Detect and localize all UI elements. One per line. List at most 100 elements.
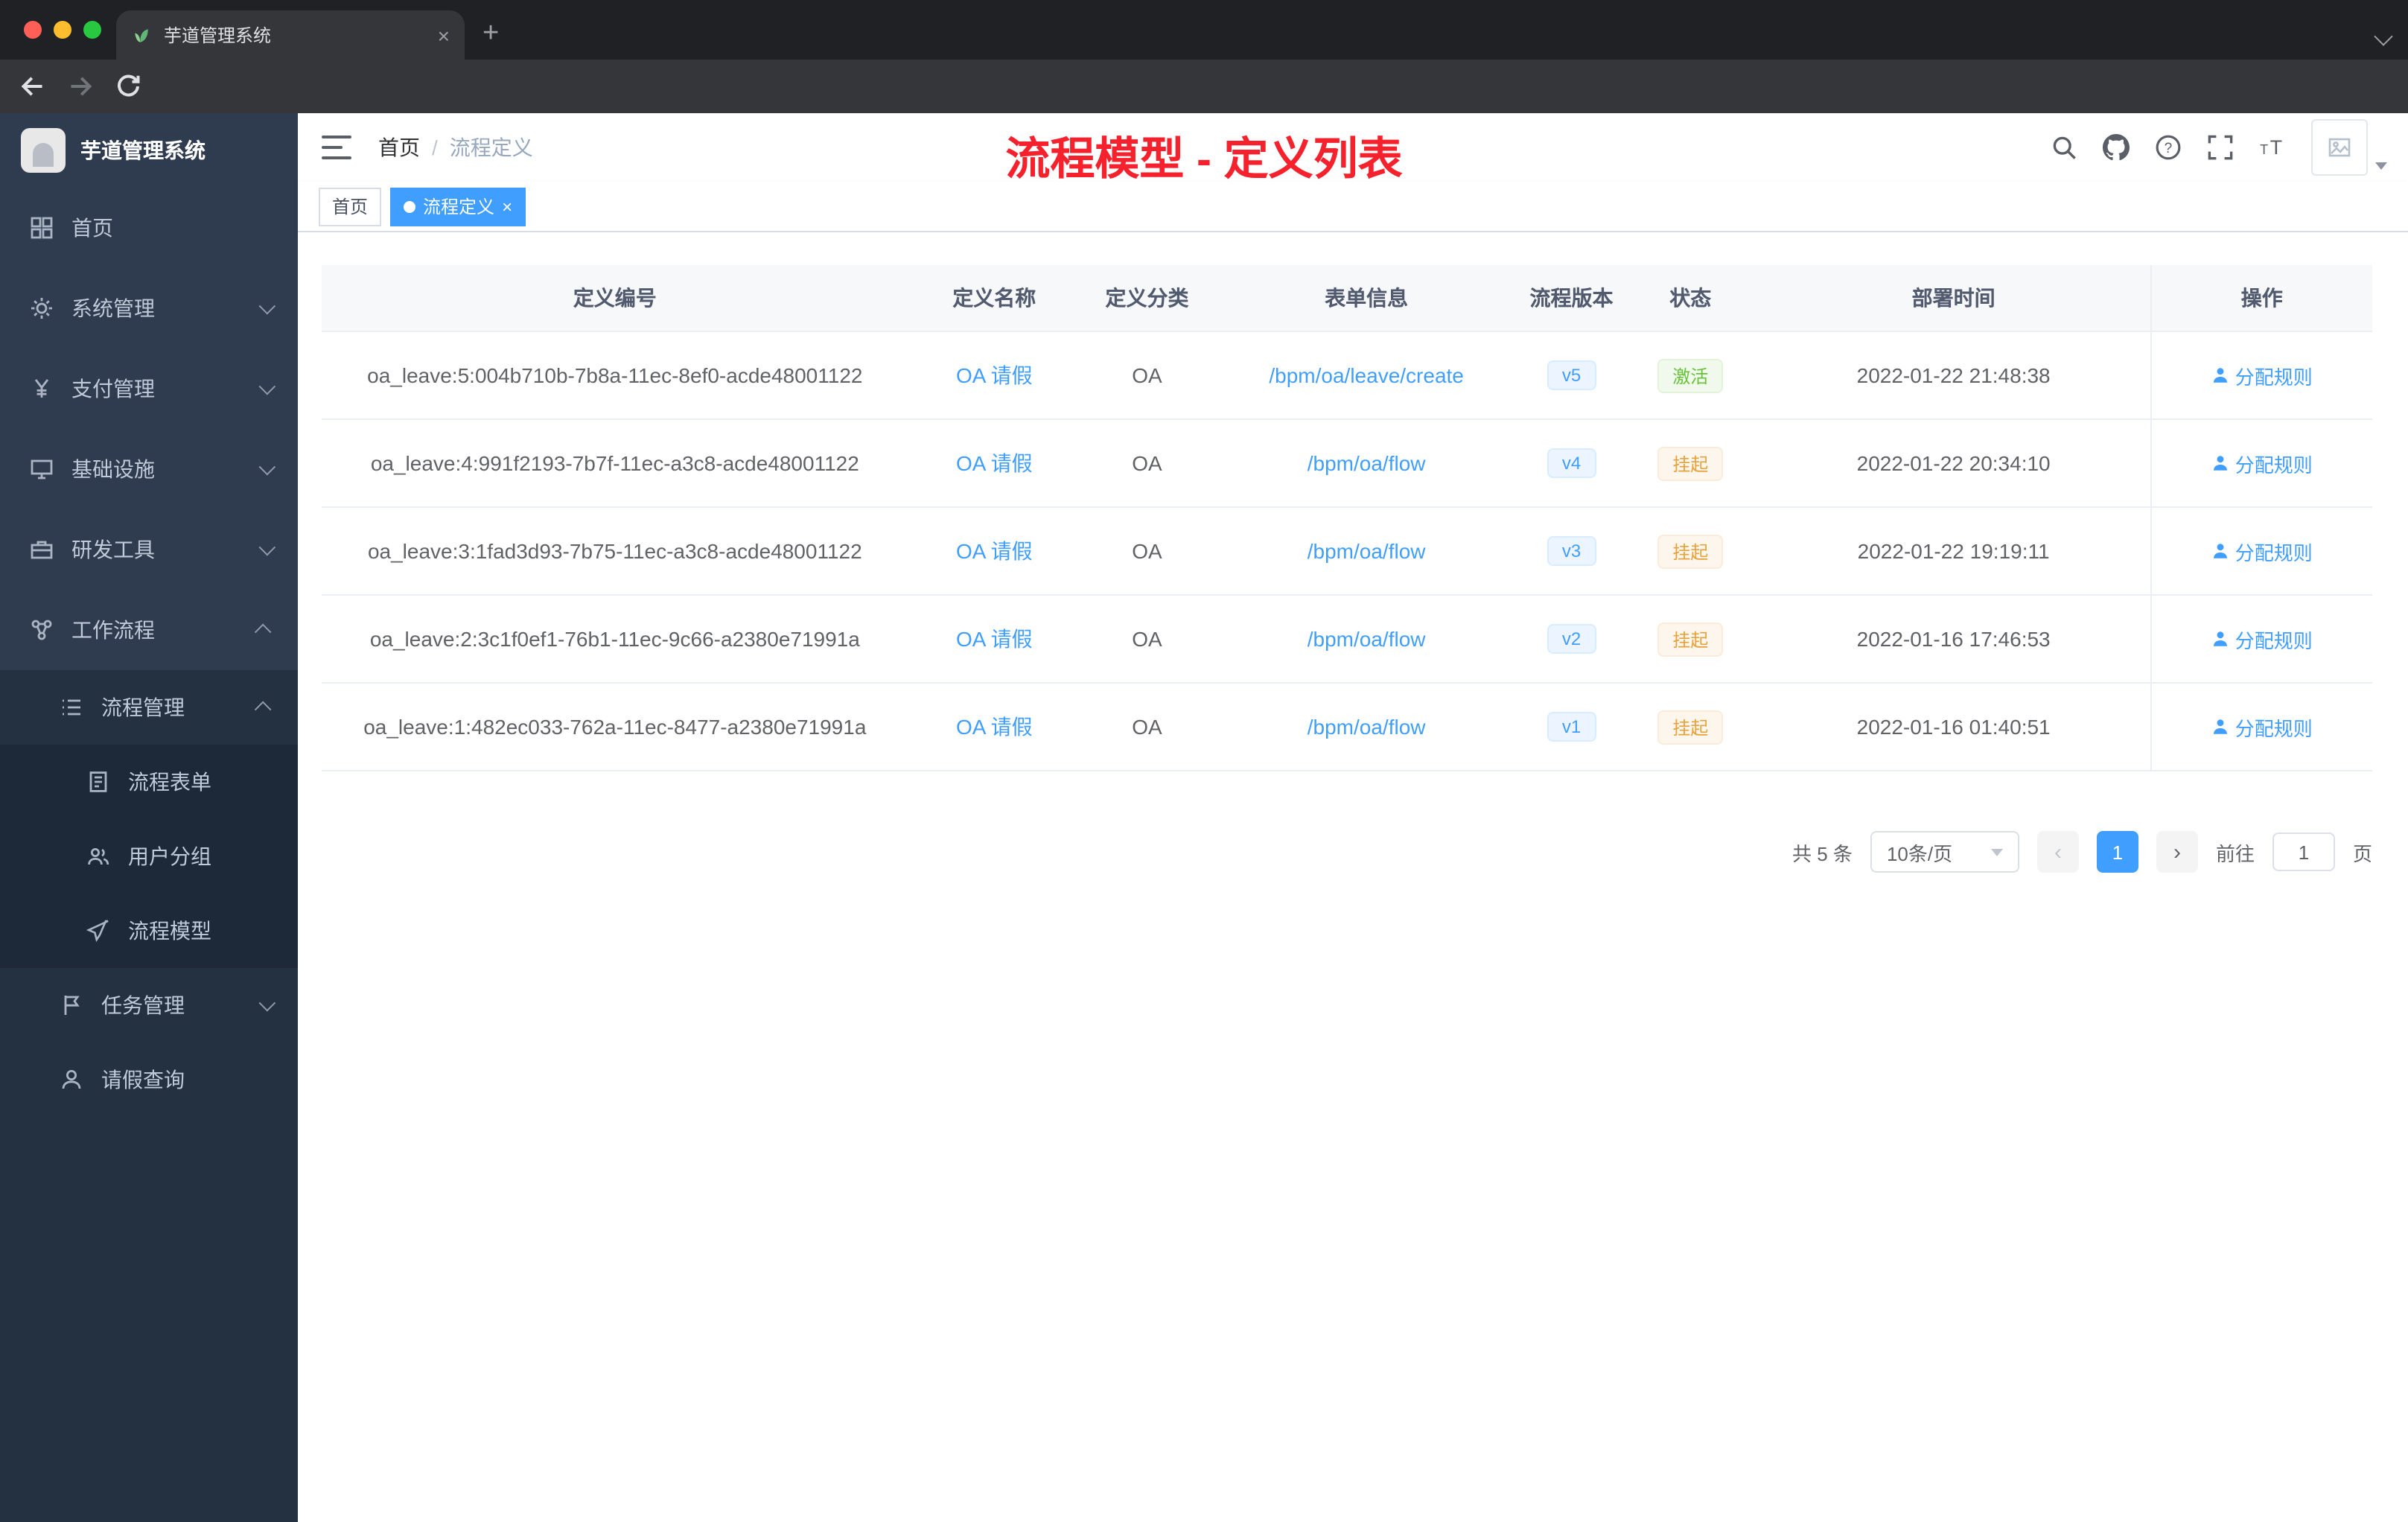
users-icon bbox=[88, 848, 109, 865]
assign-rule-link[interactable]: 分配规则 bbox=[2211, 713, 2313, 741]
cell-definition-id: oa_leave:2:3c1f0ef1-76b1-11ec-9c66-a2380… bbox=[322, 595, 908, 684]
status-badge: 挂起 bbox=[1657, 710, 1724, 744]
svg-text:T: T bbox=[2270, 136, 2283, 159]
breadcrumb: 首页 / 流程定义 bbox=[378, 133, 533, 162]
form-info-link[interactable]: /bpm/oa/leave/create bbox=[1269, 363, 1464, 387]
col-definition-id: 定义编号 bbox=[322, 265, 908, 332]
definition-name-link[interactable]: OA 请假 bbox=[956, 539, 1033, 563]
cell-deploy-time: 2022-01-22 20:34:10 bbox=[1756, 419, 2151, 508]
sidebar-item-user-group[interactable]: 用户分组 bbox=[0, 819, 298, 894]
goto-page-input[interactable] bbox=[2272, 832, 2335, 871]
yen-icon bbox=[34, 379, 49, 398]
search-icon[interactable] bbox=[2051, 134, 2077, 161]
tag-close-icon[interactable]: × bbox=[502, 197, 512, 215]
col-operation: 操作 bbox=[2150, 265, 2372, 332]
help-icon[interactable]: ? bbox=[2155, 134, 2182, 161]
logo-avatar bbox=[21, 128, 66, 173]
definition-name-link[interactable]: OA 请假 bbox=[956, 715, 1033, 739]
page-size-select[interactable]: 10条/页 bbox=[1870, 831, 2019, 873]
form-info-link[interactable]: /bpm/oa/flow bbox=[1307, 451, 1426, 475]
breadcrumb-separator: / bbox=[432, 136, 438, 159]
user-icon bbox=[2213, 456, 2227, 471]
sidebar-item-process-model[interactable]: 流程模型 bbox=[0, 894, 298, 968]
assign-rule-link[interactable]: 分配规则 bbox=[2211, 361, 2313, 389]
version-tag: v3 bbox=[1547, 536, 1596, 566]
table-row: oa_leave:3:1fad3d93-7b75-11ec-a3c8-acde4… bbox=[322, 507, 2372, 596]
window-close-button[interactable] bbox=[24, 21, 42, 39]
sidebar-collapse-icon[interactable] bbox=[322, 136, 351, 159]
assign-rule-link[interactable]: 分配规则 bbox=[2211, 537, 2313, 565]
monitor-icon bbox=[31, 459, 53, 480]
sidebar-item-label: 流程管理 bbox=[101, 695, 185, 719]
user-icon bbox=[2213, 544, 2227, 558]
cell-definition-id: oa_leave:5:004b710b-7b8a-11ec-8ef0-acde4… bbox=[322, 331, 908, 420]
col-definition-name: 定义名称 bbox=[908, 265, 1080, 332]
sidebar-menu: 首页 系统管理 支付管理 基础设施 研发工具 工作流程 流程管理 流程表单 用户… bbox=[0, 188, 298, 1117]
definition-name-link[interactable]: OA 请假 bbox=[956, 363, 1033, 387]
tab-process-definition[interactable]: 流程定义 × bbox=[390, 187, 526, 226]
chevron-down-icon bbox=[258, 378, 276, 395]
prev-page-button[interactable]: ‹ bbox=[2036, 831, 2079, 873]
caret-down-icon[interactable] bbox=[2375, 162, 2387, 170]
github-icon[interactable] bbox=[2103, 134, 2130, 161]
tab-home[interactable]: 首页 bbox=[319, 187, 382, 226]
cell-category: OA bbox=[1080, 331, 1214, 420]
sidebar-item-devtools[interactable]: 研发工具 bbox=[0, 509, 298, 590]
app-logo[interactable]: 芋道管理系统 bbox=[0, 113, 298, 188]
tag-label: 首页 bbox=[332, 197, 369, 217]
breadcrumb-home[interactable]: 首页 bbox=[378, 133, 420, 162]
cell-category: OA bbox=[1080, 507, 1214, 596]
back-button[interactable] bbox=[18, 71, 48, 101]
workflow-icon bbox=[31, 620, 52, 640]
forward-button[interactable] bbox=[66, 71, 95, 101]
form-info-link[interactable]: /bpm/oa/flow bbox=[1307, 627, 1426, 651]
new-tab-button[interactable]: + bbox=[482, 15, 499, 54]
toolbox-icon bbox=[31, 541, 53, 559]
sidebar-item-home[interactable]: 首页 bbox=[0, 188, 298, 268]
tab-search-chevron-icon[interactable] bbox=[2374, 24, 2393, 46]
browser-tab[interactable]: 芋道管理系统 × bbox=[116, 10, 465, 60]
assign-rule-link[interactable]: 分配规则 bbox=[2211, 449, 2313, 477]
sidebar-item-task-management[interactable]: 任务管理 bbox=[0, 968, 298, 1042]
sidebar-item-infrastructure[interactable]: 基础设施 bbox=[0, 429, 298, 509]
sidebar-item-system[interactable]: 系统管理 bbox=[0, 268, 298, 348]
definition-name-link[interactable]: OA 请假 bbox=[956, 451, 1033, 475]
window-zoom-button[interactable] bbox=[83, 21, 101, 39]
version-tag: v1 bbox=[1547, 712, 1596, 742]
window-minimize-button[interactable] bbox=[54, 21, 71, 39]
gear-icon bbox=[31, 298, 52, 319]
page-1-button[interactable]: 1 bbox=[2096, 831, 2138, 873]
font-size-icon[interactable]: TT bbox=[2259, 134, 2286, 161]
svg-text:T: T bbox=[2260, 142, 2268, 157]
user-icon bbox=[62, 1070, 81, 1089]
chevron-down-icon bbox=[258, 458, 276, 476]
sidebar-item-workflow[interactable]: 工作流程 bbox=[0, 590, 298, 670]
tab-close-icon[interactable]: × bbox=[438, 25, 450, 45]
reload-button[interactable] bbox=[113, 71, 143, 101]
col-form-info: 表单信息 bbox=[1213, 265, 1520, 332]
status-badge: 挂起 bbox=[1657, 534, 1724, 568]
fullscreen-icon[interactable] bbox=[2207, 134, 2234, 161]
list-icon bbox=[63, 699, 80, 716]
form-info-link[interactable]: /bpm/oa/flow bbox=[1307, 539, 1426, 563]
sidebar-item-label: 流程表单 bbox=[128, 770, 211, 794]
status-badge: 激活 bbox=[1657, 358, 1724, 392]
status-badge: 挂起 bbox=[1657, 622, 1724, 656]
page-size-value: 10条/页 bbox=[1886, 842, 1953, 865]
user-icon bbox=[2213, 631, 2227, 646]
definition-name-link[interactable]: OA 请假 bbox=[956, 627, 1033, 651]
sidebar-item-leave-query[interactable]: 请假查询 bbox=[0, 1042, 298, 1117]
image-placeholder-icon bbox=[2328, 138, 2351, 157]
chevron-down-icon bbox=[258, 297, 276, 315]
sidebar-item-process-management[interactable]: 流程管理 bbox=[0, 670, 298, 745]
form-info-link[interactable]: /bpm/oa/flow bbox=[1307, 715, 1426, 739]
user-avatar-wrap[interactable] bbox=[2311, 119, 2387, 176]
assign-rule-link[interactable]: 分配规则 bbox=[2211, 625, 2313, 653]
cell-deploy-time: 2022-01-22 21:48:38 bbox=[1756, 331, 2151, 420]
sidebar-item-process-form[interactable]: 流程表单 bbox=[0, 745, 298, 819]
sidebar-item-payment[interactable]: 支付管理 bbox=[0, 348, 298, 429]
cell-deploy-time: 2022-01-22 19:19:11 bbox=[1756, 507, 2151, 596]
avatar[interactable] bbox=[2311, 119, 2368, 176]
next-page-button[interactable]: › bbox=[2156, 831, 2198, 873]
cell-deploy-time: 2022-01-16 01:40:51 bbox=[1756, 683, 2151, 771]
